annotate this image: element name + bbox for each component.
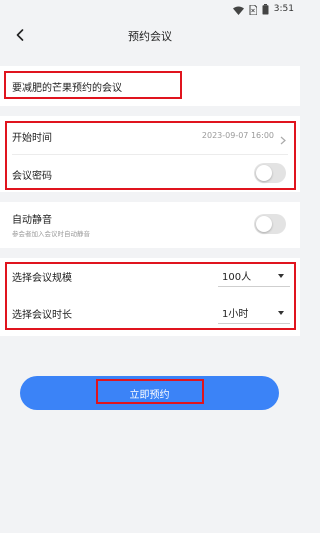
auto-mute-toggle[interactable] (254, 214, 286, 234)
book-now-label: 立即预约 (129, 390, 170, 401)
status-icons: 3:51 (232, 0, 294, 19)
toggle-knob (256, 165, 272, 181)
duration-select-value: 1小时 (222, 309, 249, 320)
chevron-right-icon (280, 130, 286, 149)
start-time-label: 开始时间 (12, 133, 52, 144)
wifi-icon (232, 0, 244, 19)
app-header: 预约会议 (0, 18, 300, 52)
dropdown-caret-icon (278, 311, 284, 315)
start-time-row[interactable]: 开始时间 2023-09-07 16:00 (0, 116, 300, 154)
toggle-knob (256, 216, 272, 232)
meeting-password-label: 会议密码 (12, 171, 52, 182)
meeting-title-card: 要减肥的芒果预约的会议 (0, 66, 300, 106)
meeting-options-card: 选择会议规模 100人 选择会议时长 1小时 (0, 258, 300, 336)
status-time: 3:51 (273, 4, 294, 14)
auto-mute-label: 自动静音 (12, 215, 52, 226)
duration-select[interactable]: 1小时 (218, 302, 290, 324)
auto-mute-description: 参会者加入会议时自动静音 (12, 230, 90, 238)
book-now-button[interactable]: 立即预约 (20, 376, 279, 410)
meeting-title-input[interactable]: 要减肥的芒果预约的会议 (12, 79, 122, 94)
meeting-password-row: 会议密码 (0, 154, 300, 192)
start-time-value: 2023-09-07 16:00 (201, 131, 274, 140)
sim-icon (249, 0, 258, 19)
auto-mute-card: 自动静音 参会者加入会议时自动静音 (0, 202, 300, 248)
status-bar: 3:51 (0, 0, 300, 18)
duration-label: 选择会议时长 (12, 310, 72, 321)
scale-label: 选择会议规模 (12, 273, 72, 284)
dropdown-caret-icon (278, 274, 284, 278)
scale-select[interactable]: 100人 (218, 265, 290, 287)
schedule-card: 开始时间 2023-09-07 16:00 会议密码 (0, 116, 300, 192)
meeting-password-toggle[interactable] (254, 163, 286, 183)
scale-select-value: 100人 (222, 272, 252, 283)
page-title: 预约会议 (128, 30, 172, 43)
battery-icon (262, 0, 269, 19)
